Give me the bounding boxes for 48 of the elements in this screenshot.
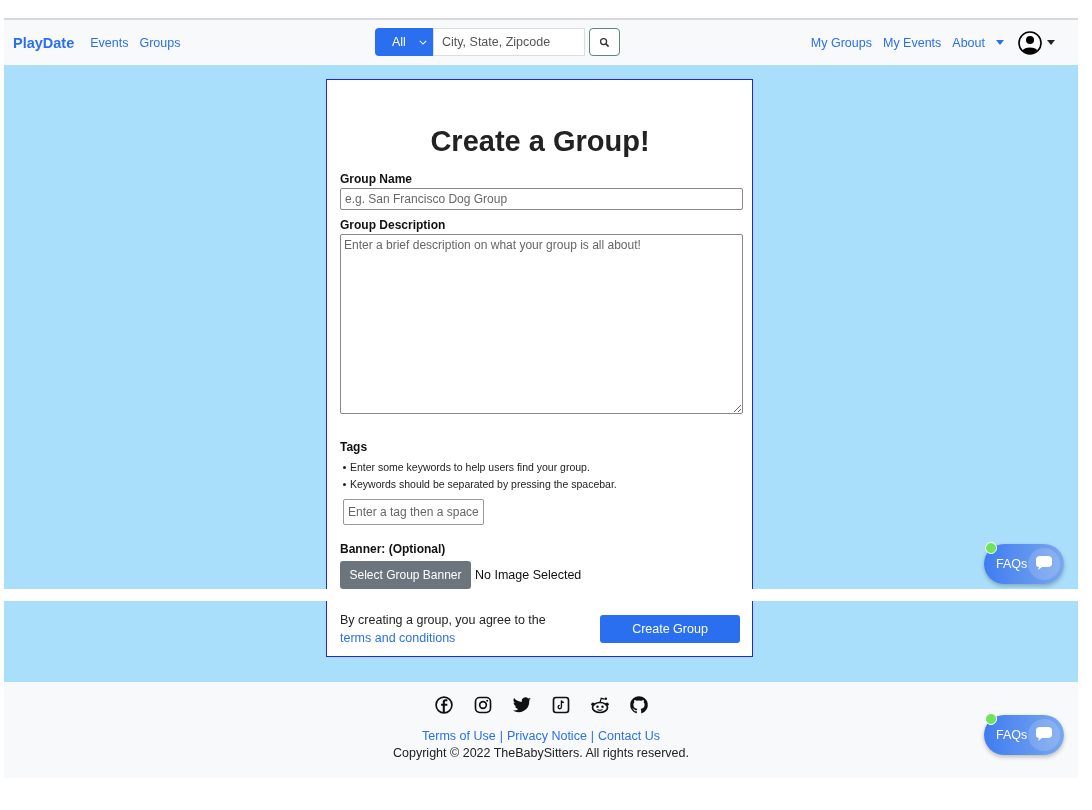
search-button[interactable] [589,28,620,56]
nav-link[interactable]: My Groups [810,35,872,50]
bullet-icon [343,465,346,469]
bird-icon[interactable] [511,695,532,715]
group-name-field[interactable]: e.g. San Francisco Dog Group [340,188,743,210]
faq-button[interactable]: FAQs [984,715,1064,755]
user-avatar-icon[interactable] [1018,30,1042,55]
camera-icon[interactable] [472,695,493,715]
field-label: Group Name [340,172,412,186]
copyright-text: Copyright © 2022 TheBabySitters. All rights reserved. [393,746,689,760]
file-status: No Image Selected [475,568,582,582]
notification-dot [985,713,997,725]
link-separator: | [590,729,595,743]
bullet-icon [343,482,346,486]
form-title: Create a Group! [430,125,650,158]
create-group-button[interactable]: Create Group [600,614,740,643]
nav-link[interactable]: Events [90,35,129,50]
tag-field[interactable]: Enter a tag then a space [343,499,484,525]
terms-link[interactable]: terms and conditions [340,630,456,645]
nav-link[interactable]: Groups [139,35,181,50]
faq-button[interactable]: FAQs [984,544,1064,584]
brand-link[interactable]: PlayDate [13,34,75,51]
hint-text: Enter some keywords to help users find your group. [350,461,590,474]
notification-dot [985,542,997,554]
circle-f-icon[interactable] [433,695,454,715]
footer-link[interactable]: Terms of Use [422,729,496,743]
field-label: Banner: (Optional) [340,542,446,556]
about-dropdown[interactable]: About [952,35,985,50]
link-separator: | [499,729,503,743]
search-field[interactable]: City, State, Zipcode [433,28,585,56]
field-label: Tags [340,440,368,455]
category-dropdown[interactable]: All [375,28,433,56]
hint-text: Keywords should be separated by pressing the spacebar. [350,478,617,491]
alien-icon[interactable] [589,695,610,715]
agreement-text: By creating a group, you agree to the terms and conditions [340,611,547,647]
note-square-icon[interactable] [550,695,571,715]
chevron-icon [419,39,427,45]
nav-link[interactable]: My Events [882,35,942,50]
field-label: Group Description [340,217,446,232]
search-icon [599,36,610,48]
footer-link[interactable]: Privacy Notice [506,729,587,743]
cat-icon[interactable] [628,695,649,715]
select-banner-button[interactable]: Select Group Banner [340,561,471,589]
chat-bubble-icon [1028,548,1060,580]
description-field[interactable]: Enter a brief description on what your group is all about! [340,233,743,415]
caret-icon[interactable] [1047,40,1055,45]
footer-link[interactable]: Contact Us [598,729,660,743]
chat-bubble-icon [1028,719,1060,751]
